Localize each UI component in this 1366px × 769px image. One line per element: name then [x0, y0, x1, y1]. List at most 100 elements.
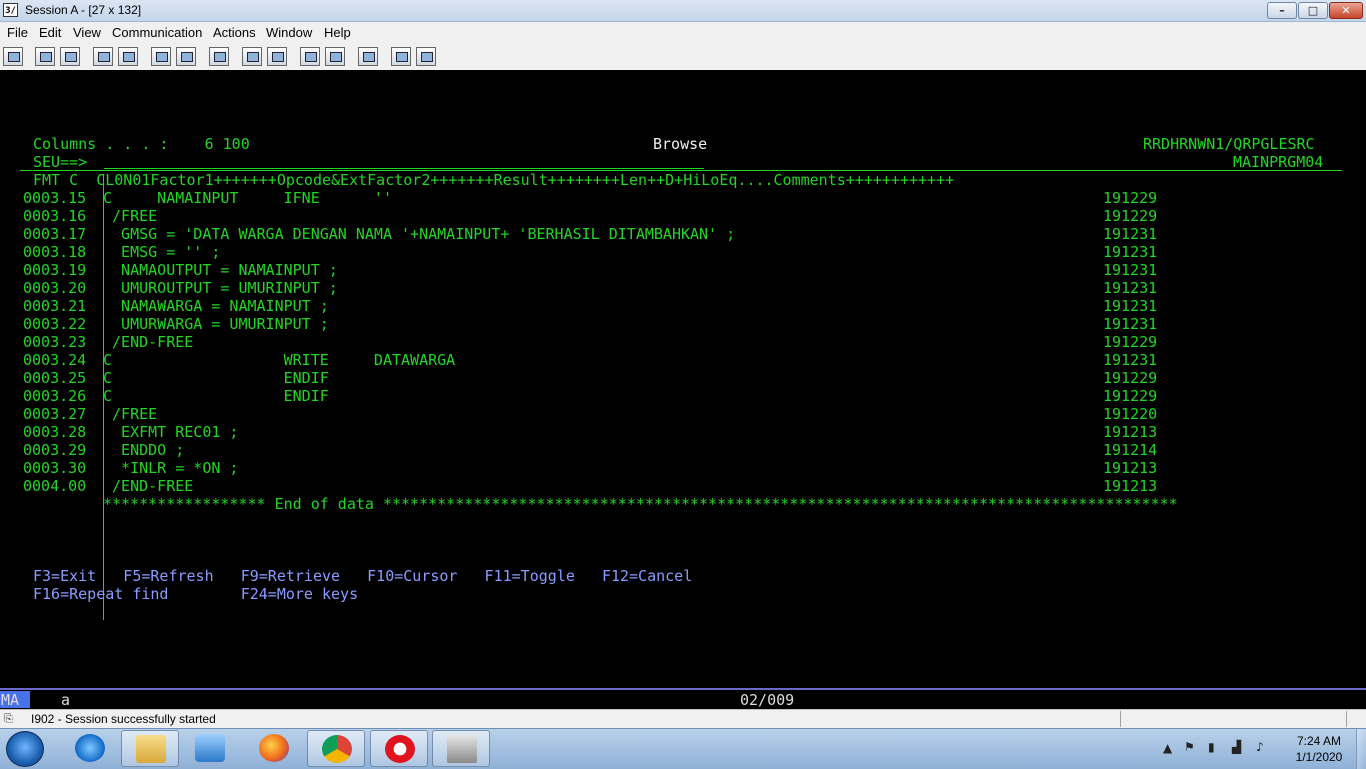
window-title: Session A - [27 x 132] — [25, 3, 142, 17]
clock-date[interactable]: 1/1/2020 — [1280, 750, 1358, 764]
source-line[interactable]: /FREE — [103, 207, 157, 225]
chrome-icon[interactable] — [307, 730, 365, 767]
opera-icon[interactable] — [370, 730, 428, 767]
seu-prompt: SEU==> — [33, 153, 88, 171]
oia-mode: a — [61, 691, 71, 709]
line-sequence-number: 0003.18 — [23, 243, 87, 261]
clock-time[interactable]: 7:24 AM — [1280, 734, 1358, 748]
line-change-date: 191229 — [1103, 369, 1158, 387]
line-sequence-number: 0003.24 — [23, 351, 87, 369]
show-desktop-button[interactable] — [1356, 729, 1366, 769]
source-line[interactable]: /FREE — [103, 405, 157, 423]
power-icon[interactable]: ▮ — [1208, 740, 1224, 756]
source-file-label: RRDHRNWN1/QRPGLESRC — [1143, 135, 1315, 153]
format-header: FMT C CL0N01Factor1+++++++Opcode&ExtFact… — [33, 171, 955, 189]
source-line[interactable]: GMSG = 'DATA WARGA DENGAN NAMA '+NAMAINP… — [103, 225, 735, 243]
source-line[interactable]: C ENDIF — [103, 387, 329, 405]
line-sequence-number: 0003.21 — [23, 297, 87, 315]
line-sequence-number: 0003.30 — [23, 459, 87, 477]
globe-icon[interactable] — [391, 47, 411, 66]
receive-file-icon[interactable] — [118, 47, 138, 66]
source-line[interactable]: NAMAOUTPUT = NAMAINPUT ; — [103, 261, 338, 279]
source-line[interactable]: EXFMT REC01 ; — [103, 423, 238, 441]
member-label: MAINPRGM04 — [1233, 153, 1324, 171]
maximize-button[interactable]: □ — [1298, 2, 1328, 19]
macro-icon[interactable] — [209, 47, 229, 66]
source-line[interactable]: /END-FREE — [103, 333, 193, 351]
line-sequence-number: 0003.27 — [23, 405, 87, 423]
seu-command-input[interactable] — [104, 168, 704, 169]
stop-macro-icon[interactable] — [267, 47, 287, 66]
start-button[interactable] — [6, 731, 44, 767]
menu-file[interactable]: File — [7, 25, 28, 40]
line-sequence-number: 0003.16 — [23, 207, 87, 225]
operator-info-area: MA a 02/009 — [0, 690, 1366, 709]
function-keys-row-2: F16=Repeat find F24=More keys — [33, 585, 359, 603]
line-change-date: 191229 — [1103, 333, 1158, 351]
source-line[interactable]: UMURWARGA = UMURINPUT ; — [103, 315, 329, 333]
session-status-icon: ⎘ — [4, 712, 13, 725]
line-change-date: 191213 — [1103, 477, 1158, 495]
source-line[interactable]: C ENDIF — [103, 369, 329, 387]
help-icon[interactable] — [416, 47, 436, 66]
copy-icon[interactable] — [35, 47, 55, 66]
line-change-date: 191231 — [1103, 243, 1158, 261]
record-macro-icon[interactable] — [242, 47, 262, 66]
line-sequence-number: 0003.25 — [23, 369, 87, 387]
source-line[interactable]: C NAMAINPUT IFNE '' — [103, 189, 392, 207]
media-player-icon[interactable] — [181, 730, 239, 767]
menu-help[interactable]: Help — [324, 25, 351, 40]
app-icon[interactable]: 3/ — [3, 3, 18, 17]
keypad-icon[interactable] — [176, 47, 196, 66]
window-title-bar[interactable]: 3/ Session A - [27 x 132] – □ ✕ — [0, 0, 1366, 22]
menu-bar: File Edit View Communication Actions Win… — [0, 22, 1366, 42]
clipboard-icon[interactable] — [358, 47, 378, 66]
internet-explorer-icon[interactable] — [61, 730, 119, 767]
end-of-data-marker: ****************** End of data *********… — [103, 495, 1178, 513]
source-line[interactable]: NAMAWARGA = NAMAINPUT ; — [103, 297, 329, 315]
taskbar: ▲ ⚑ ▮ ▟ ♪ 7:24 AM 1/1/2020 — [0, 728, 1366, 769]
source-line[interactable]: C WRITE DATAWARGA — [103, 351, 455, 369]
line-sequence-number: 0003.17 — [23, 225, 87, 243]
line-change-date: 191231 — [1103, 279, 1158, 297]
line-sequence-number: 0003.23 — [23, 333, 87, 351]
source-line[interactable]: /END-FREE — [103, 477, 193, 495]
volume-icon[interactable]: ♪ — [1256, 740, 1272, 756]
firefox-icon[interactable] — [245, 730, 303, 767]
print-screen-icon[interactable] — [3, 47, 23, 66]
mode-label: Browse — [653, 135, 708, 153]
play-macro-icon[interactable] — [300, 47, 320, 66]
source-line[interactable]: UMUROUTPUT = UMURINPUT ; — [103, 279, 338, 297]
line-sequence-number: 0003.29 — [23, 441, 87, 459]
line-change-date: 191213 — [1103, 459, 1158, 477]
network-icon[interactable]: ▟ — [1232, 740, 1248, 756]
line-change-date: 191231 — [1103, 225, 1158, 243]
minimize-button[interactable]: – — [1267, 2, 1297, 19]
ibm-i-access-icon[interactable] — [432, 730, 490, 767]
menu-actions[interactable]: Actions — [213, 25, 256, 40]
status-bar: ⎘ I902 - Session successfully started — [0, 709, 1366, 729]
action-center-icon[interactable]: ⚑ — [1184, 740, 1200, 756]
terminal-screen[interactable]: Columns . . . : 6 100 Browse RRDHRNWN1/Q… — [0, 70, 1366, 688]
show-hidden-icons-icon[interactable]: ▲ — [1163, 741, 1179, 757]
menu-communication[interactable]: Communication — [112, 25, 202, 40]
send-file-icon[interactable] — [93, 47, 113, 66]
menu-view[interactable]: View — [73, 25, 101, 40]
close-button[interactable]: ✕ — [1329, 2, 1363, 19]
source-line[interactable]: ENDDO ; — [103, 441, 184, 459]
source-line[interactable]: EMSG = '' ; — [103, 243, 220, 261]
source-line[interactable]: *INLR = *ON ; — [103, 459, 238, 477]
line-sequence-number: 0003.22 — [23, 315, 87, 333]
line-change-date: 191229 — [1103, 207, 1158, 225]
paste-icon[interactable] — [60, 47, 80, 66]
oia-indicator: MA — [1, 691, 20, 709]
file-explorer-icon[interactable] — [121, 730, 179, 767]
play-macro-2-icon[interactable] — [325, 47, 345, 66]
cursor-position: 02/009 — [740, 691, 795, 709]
display-icon[interactable] — [151, 47, 171, 66]
menu-edit[interactable]: Edit — [39, 25, 61, 40]
line-sequence-number: 0003.20 — [23, 279, 87, 297]
line-change-date: 191229 — [1103, 189, 1158, 207]
status-message: I902 - Session successfully started — [31, 712, 216, 726]
menu-window[interactable]: Window — [266, 25, 312, 40]
